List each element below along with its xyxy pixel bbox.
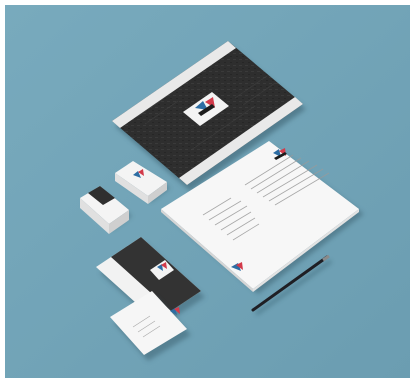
mockup-scene (5, 5, 410, 378)
stationery-mockup-image (5, 5, 410, 378)
